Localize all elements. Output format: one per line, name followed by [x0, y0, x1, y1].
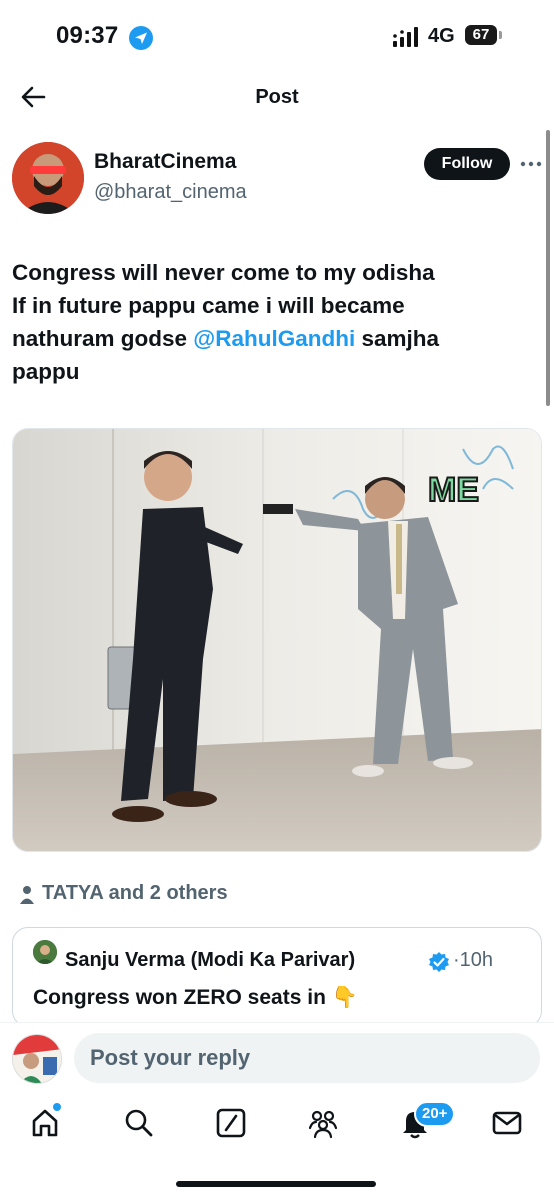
user-avatar[interactable] [12, 1034, 62, 1084]
battery-level: 67 [465, 25, 497, 45]
post-text-line-3: nathuram godse @RahulGandhi samjha [12, 322, 542, 355]
back-arrow-icon[interactable] [20, 84, 46, 110]
author-avatar[interactable] [12, 142, 84, 214]
network-label: 4G [428, 25, 455, 47]
more-options-icon[interactable] [518, 154, 544, 174]
follow-button[interactable]: Follow [424, 148, 510, 180]
reposted-by[interactable]: TATYA and 2 others [18, 882, 228, 905]
quote-author-name: Sanju Verma (Modi Ka Parivar) [65, 949, 356, 971]
quote-author-avatar [33, 940, 57, 964]
quote-card[interactable]: Sanju Verma (Modi Ka Parivar) ·10h Congr… [12, 927, 542, 1027]
post-text-line-2: If in future pappu came i will became [12, 293, 405, 318]
image-caption: ME [428, 471, 479, 509]
quote-text: Congress won ZERO seats in 👇 [33, 986, 358, 1009]
home-indicator [176, 1181, 376, 1187]
page-title: Post [255, 86, 299, 108]
verified-badge-icon [429, 952, 449, 972]
battery-icon: 67 [465, 25, 503, 47]
post-text: Congress will never come to my odisha If… [12, 256, 542, 388]
author-name[interactable]: BharatCinema [94, 150, 236, 174]
post-text-segment: samjha [355, 326, 440, 351]
post-text-line-1: Congress will never come to my odisha [12, 260, 435, 285]
notifications-badge: 20+ [414, 1101, 456, 1127]
search-icon[interactable] [122, 1106, 156, 1140]
communities-icon[interactable] [306, 1106, 340, 1140]
signal-icon [393, 27, 418, 47]
home-unread-dot [53, 1103, 61, 1111]
quote-timestamp: ·10h [453, 949, 494, 971]
mention-link[interactable]: @RahulGandhi [193, 326, 355, 351]
person-icon [20, 885, 34, 904]
post-image[interactable]: ME [12, 428, 542, 852]
status-time: 09:37 [56, 22, 119, 49]
scrollbar[interactable] [546, 130, 550, 406]
grok-icon[interactable] [214, 1106, 248, 1140]
home-icon[interactable] [28, 1106, 62, 1140]
messages-icon[interactable] [490, 1106, 524, 1140]
reply-input[interactable]: Post your reply [74, 1033, 540, 1083]
location-icon [129, 26, 153, 50]
post-text-segment: nathuram godse [12, 326, 194, 351]
author-handle[interactable]: @bharat_cinema [94, 181, 247, 204]
reposted-by-label: TATYA and 2 others [42, 882, 228, 904]
post-text-line-4: pappu [12, 359, 80, 384]
